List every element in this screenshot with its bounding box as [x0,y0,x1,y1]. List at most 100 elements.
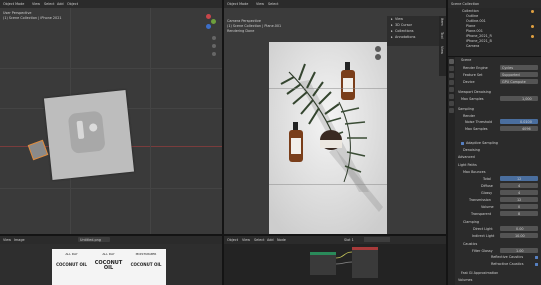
menu-select[interactable]: Select [44,2,54,6]
direct-light-field[interactable]: 0.00 [500,226,538,231]
n-panel-item[interactable]: ▸ View [387,17,439,22]
n-panel-item[interactable]: ▸ 3D Cursor [387,23,439,28]
filter-glossy-label: Filter Glossy [472,249,493,253]
area-divider[interactable] [446,0,448,285]
noise-threshold-field[interactable]: 0.0100 [500,119,538,124]
menu-image[interactable]: Image [14,238,25,242]
label-image: ALL DAY COCONUT OIL ALL DAY COCONUT OIL … [52,249,166,285]
object-tab-icon[interactable] [449,94,454,99]
menu-object[interactable]: Object [67,2,78,6]
render-view-header: Object Mode View Select [224,0,446,8]
render-tab-icon[interactable] [449,59,454,64]
gizmo-z-icon[interactable] [206,24,211,29]
menu-view[interactable]: View [3,238,11,242]
visibility-icon[interactable] [531,35,534,38]
menu-select[interactable]: Select [268,2,278,6]
visibility-icon[interactable] [531,25,534,28]
node-menu-object[interactable]: Object [227,238,238,242]
light-paths-section[interactable]: Light Paths [458,163,477,167]
area-divider[interactable] [222,0,224,285]
reflective-caustics-label: Reflective Caustics [491,255,524,259]
visibility-icon[interactable] [531,10,534,13]
bounce-transmission-label: Transmission [469,198,491,202]
output-tab-icon[interactable] [449,66,454,71]
render-viewport[interactable]: Camera Perspective (1) Scene Collection … [224,8,446,234]
outliner-header: Scene Collection [448,0,541,8]
grid-line [0,188,222,189]
camera-guide-line [269,88,387,89]
grid-line [0,68,222,69]
viewport-denoising-section[interactable]: Viewport Denoising [458,90,491,94]
zoom-icon[interactable] [375,46,381,52]
camera-view-icon[interactable] [212,52,216,56]
pan-icon[interactable] [375,54,381,60]
max-samples-field[interactable]: 4096 [500,126,538,131]
image-editor-canvas[interactable]: ALL DAY COCONUT OIL ALL DAY COCONUT OIL … [0,244,222,285]
render-title: Camera Perspective [227,19,262,23]
material-selector[interactable] [364,237,390,242]
plane-object[interactable] [43,89,135,181]
viewport-samples-field[interactable]: 1,000 [500,96,538,101]
bounce-volume-field[interactable]: 0 [500,204,538,209]
product-mesh[interactable] [67,110,106,154]
modifier-tab-icon[interactable] [449,101,454,106]
bounce-transparent-field[interactable]: 8 [500,211,538,216]
area-divider[interactable] [0,234,446,236]
camera-object[interactable] [27,139,49,161]
tab-item[interactable]: Item [440,18,444,26]
bounce-glossy-field[interactable]: 4 [500,190,538,195]
properties-panel: Scene Render Engine Cycles Feature Set S… [455,57,541,285]
max-bounces-subsection[interactable]: Max Bounces [463,170,486,174]
adaptive-sampling-checkbox[interactable] [461,142,464,145]
reflective-caustics-checkbox[interactable] [535,256,538,259]
node-menu-select[interactable]: Select [254,238,264,242]
menu-view[interactable]: View [32,2,40,6]
mode-dropdown[interactable]: Object Mode [3,2,24,6]
material-tab-icon[interactable] [449,108,454,113]
bounce-total-field[interactable]: 12 [500,176,538,181]
gizmo-x-icon[interactable] [206,14,211,19]
pan-icon[interactable] [212,44,216,48]
bounce-transmission-field[interactable]: 12 [500,197,538,202]
volumes-section[interactable]: Volumes [458,278,472,282]
tab-tool[interactable]: Tool [440,32,444,39]
viewport-3d[interactable]: User Perspective (1) Scene Collection | … [0,8,222,234]
image-selector[interactable]: Untitled.png [78,237,110,242]
outliner-item[interactable]: Camera [448,44,541,49]
n-panel-item[interactable]: ▸ Collections [387,29,439,34]
fast-gi-section[interactable]: Fast GI Approximation [461,271,498,275]
sampling-section[interactable]: Sampling [458,107,474,111]
area-divider[interactable] [448,56,541,57]
menu-view[interactable]: View [256,2,264,6]
gizmo-y-icon[interactable] [211,19,216,24]
caustics-subsection[interactable]: Caustics [463,242,477,246]
refractive-caustics-checkbox[interactable] [535,263,538,266]
menu-add[interactable]: Add [57,2,64,6]
world-tab-icon[interactable] [449,87,454,92]
zoom-icon[interactable] [212,36,216,40]
scene-tab-icon[interactable] [449,80,454,85]
render-engine-label: Render Engine [463,66,488,70]
feature-set-dropdown[interactable]: Supported [500,72,538,77]
advanced-section[interactable]: Advanced [458,155,475,159]
denoising-subsection[interactable]: Denoising [463,148,480,152]
bounce-diffuse-field[interactable]: 4 [500,183,538,188]
device-dropdown[interactable]: GPU Compute [500,79,538,84]
filter-glossy-field[interactable]: 1.00 [500,248,538,253]
n-panel-item[interactable]: ▸ Annotations [387,35,439,40]
mode-dropdown[interactable]: Object Mode [227,2,248,6]
material-slot[interactable]: Slot 1 [344,238,354,242]
render-engine-dropdown[interactable]: Cycles [500,65,538,70]
tab-view[interactable]: View [440,46,444,54]
refractive-caustics-label: Refractive Caustics [491,262,524,266]
render-subsection[interactable]: Render [463,114,475,118]
bounce-transparent-label: Transparent [471,212,492,216]
node-editor-header: Object View Select Add Node Slot 1 [224,236,446,244]
node-menu-node[interactable]: Node [277,238,286,242]
node-editor-canvas[interactable] [224,244,446,285]
node-menu-add[interactable]: Add [267,238,274,242]
clamping-subsection[interactable]: Clamping [463,220,479,224]
indirect-light-field[interactable]: 10.00 [500,233,538,238]
view-layer-tab-icon[interactable] [449,73,454,78]
node-menu-view[interactable]: View [242,238,250,242]
